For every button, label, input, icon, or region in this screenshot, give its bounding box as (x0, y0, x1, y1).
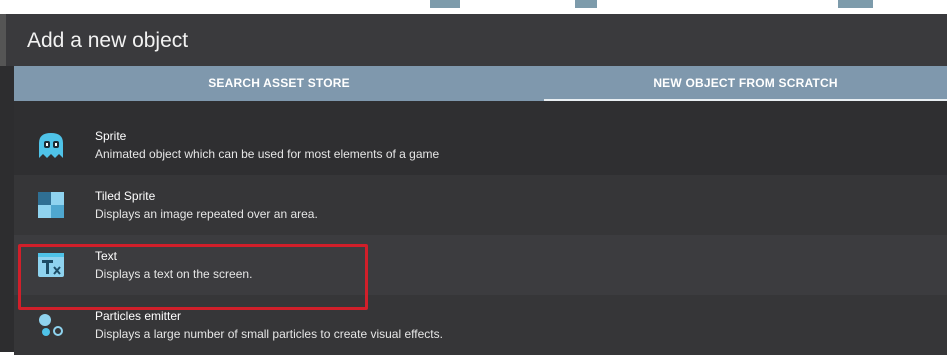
background-fragment (430, 0, 460, 8)
add-object-dialog: Add a new object SEARCH ASSET STORE NEW … (0, 14, 947, 355)
list-item-tiled-sprite[interactable]: Tiled Sprite Displays an image repeated … (14, 175, 947, 235)
tab-new-object-from-scratch[interactable]: NEW OBJECT FROM SCRATCH (544, 66, 947, 101)
background-fragment (838, 0, 873, 8)
background-page-strip (0, 0, 947, 14)
tiled-sprite-icon (38, 192, 64, 218)
background-fragment (575, 0, 597, 8)
highlight-box (18, 244, 368, 310)
dialog-title: Add a new object (27, 29, 189, 52)
list-item-sprite[interactable]: Sprite Animated object which can be used… (14, 115, 947, 175)
dialog-titlebar: Add a new object (0, 14, 947, 66)
tab-label: SEARCH ASSET STORE (208, 76, 350, 90)
particles-emitter-icon (39, 314, 63, 336)
ghost-sprite-icon (39, 133, 63, 158)
object-description: Displays an image repeated over an area. (95, 207, 318, 221)
titlebar-edge (0, 14, 6, 66)
object-name: Sprite (95, 129, 127, 143)
tab-label: NEW OBJECT FROM SCRATCH (653, 76, 838, 90)
object-description: Displays a large number of small particl… (95, 327, 443, 341)
object-name: Particles emitter (95, 309, 182, 323)
tab-search-asset-store[interactable]: SEARCH ASSET STORE (14, 66, 544, 101)
object-type-list: Sprite Animated object which can be used… (14, 101, 947, 355)
object-name: Tiled Sprite (95, 189, 156, 203)
object-description: Animated object which can be used for mo… (95, 147, 440, 161)
tab-bar: SEARCH ASSET STORE NEW OBJECT FROM SCRAT… (14, 66, 947, 101)
